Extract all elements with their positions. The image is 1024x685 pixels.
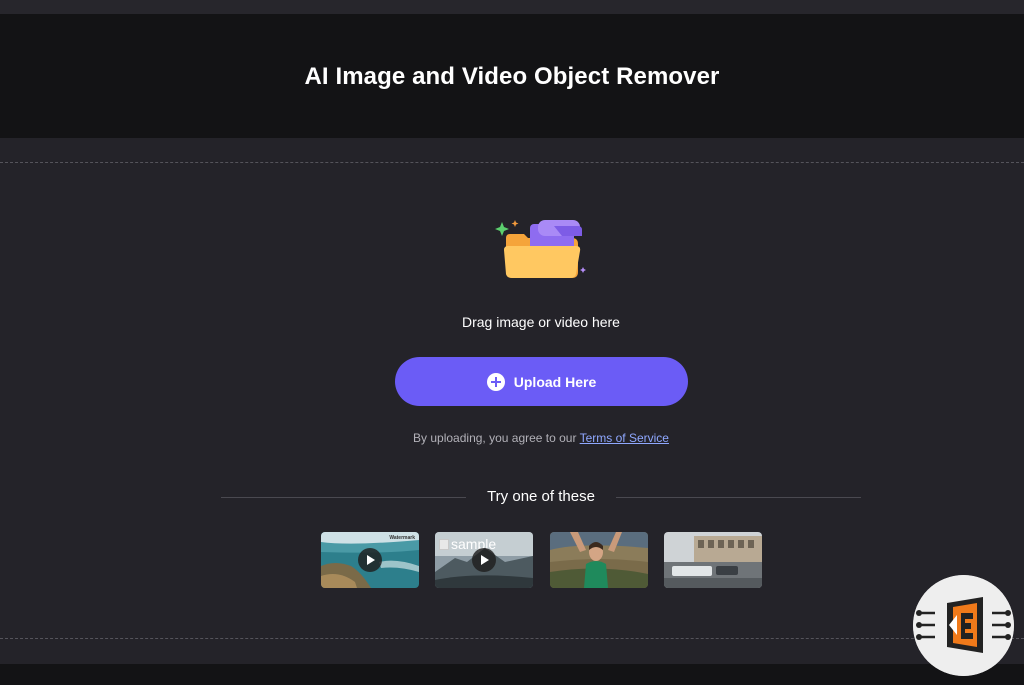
terms-prefix: By uploading, you agree to our	[413, 431, 577, 445]
woman-image	[550, 532, 648, 588]
page-title: AI Image and Video Object Remover	[304, 63, 720, 90]
logo-badge-graphic	[913, 575, 1014, 676]
drag-instruction: Drag image or video here	[462, 314, 620, 330]
upload-button[interactable]: Upload Here	[395, 357, 688, 406]
play-icon	[472, 548, 496, 572]
sample-thumbnail-street-photo[interactable]	[664, 532, 762, 588]
samples-heading: Try one of these	[487, 488, 595, 505]
sample-thumbnail-woman-photo[interactable]	[550, 532, 648, 588]
plus-circle-icon	[486, 372, 505, 391]
divider-right	[616, 497, 861, 498]
logo-badge-icon[interactable]	[913, 575, 1014, 676]
folder-upload-icon	[495, 220, 586, 278]
broken-image-icon	[439, 538, 449, 550]
terms-of-service-link[interactable]: Terms of Service	[580, 431, 669, 445]
bottom-strip	[0, 664, 1024, 685]
dropzone-top-border	[0, 162, 1024, 163]
watermark-label: Watermark	[389, 535, 415, 541]
terms-notice: By uploading, you agree to our Terms of …	[0, 431, 1024, 445]
play-icon	[358, 548, 382, 572]
sample-thumbnail-mountain-video[interactable]: sample	[435, 532, 533, 588]
top-strip	[0, 0, 1024, 14]
hero-header: AI Image and Video Object Remover	[0, 14, 1024, 138]
upload-button-label: Upload Here	[513, 373, 597, 390]
street-image	[664, 532, 762, 588]
dropzone-bottom-border	[0, 638, 1024, 639]
divider-left	[221, 497, 466, 498]
sample-thumbnail-coast-video[interactable]: Watermark	[321, 532, 419, 588]
